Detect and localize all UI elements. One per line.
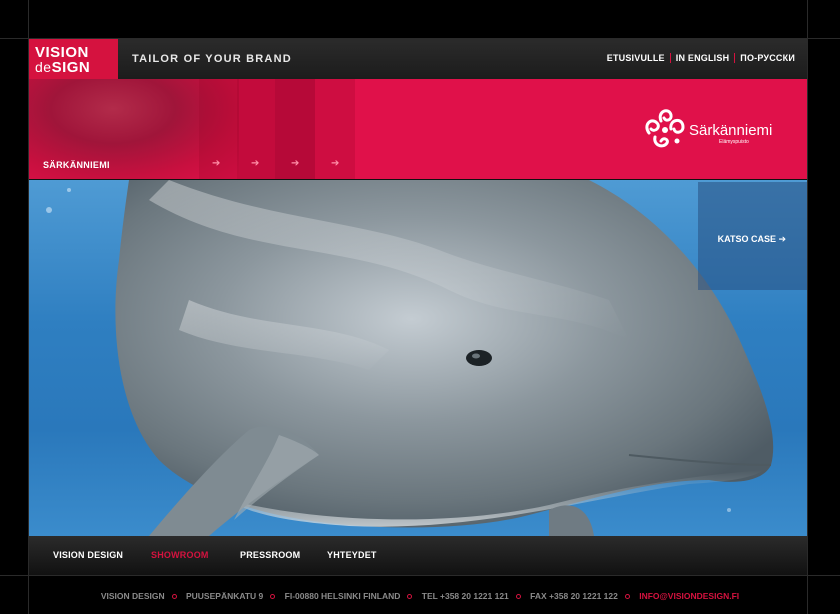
logo-line-2-small: de <box>35 59 52 75</box>
language-links: ETUSIVULLE IN ENGLISH ПО-РУССКИ <box>607 53 795 63</box>
katso-case-link[interactable]: KATSO CASE ➔ <box>718 234 786 245</box>
address-company: VISION DESIGN <box>100 591 165 601</box>
address-email-link[interactable]: INFO@VISIONDESIGN.FI <box>639 591 739 601</box>
lang-link-finnish[interactable]: ETUSIVULLE <box>607 53 665 63</box>
sarkanniemi-logo: Särkänniemi Elämyspuisto <box>641 103 791 153</box>
tagline: TAILOR OF YOUR BRAND <box>132 53 292 65</box>
sarkanniemi-swirl-icon <box>645 109 685 148</box>
address-fax: FAX +358 20 1221 122 <box>530 591 618 601</box>
lang-separator <box>669 53 671 63</box>
address-bar: VISION DESIGN PUUSEPÄNKATU 9 FI-00880 HE… <box>0 591 840 601</box>
address-street: PUUSEPÄNKATU 9 <box>185 591 264 601</box>
vision-design-logo[interactable]: VISION deSIGN <box>29 39 118 79</box>
site-frame: VISION deSIGN TAILOR OF YOUR BRAND ETUSI… <box>29 39 807 575</box>
arrow-right-icon[interactable]: ➔ <box>331 158 339 169</box>
arrow-right-icon[interactable]: ➔ <box>291 158 299 169</box>
bullet-icon <box>624 594 630 600</box>
bullet-icon <box>270 594 276 600</box>
client-subtitle: Elämyspuisto <box>719 139 749 145</box>
footer-nav: VISION DESIGN SHOWROOM PRESSROOM YHTEYDE… <box>29 536 807 575</box>
dolphin-photo: KATSO CASE ➔ <box>29 180 807 536</box>
header: VISION deSIGN TAILOR OF YOUR BRAND ETUSI… <box>29 39 807 79</box>
logo-line-2-main: SIGN <box>51 59 91 76</box>
guide-line-bottom <box>0 575 840 576</box>
arrow-right-icon[interactable]: ➔ <box>212 158 220 169</box>
bullet-icon <box>515 594 521 600</box>
bullet-icon <box>407 594 413 600</box>
address-city: FI-00880 HELSINKI FINLAND <box>284 591 401 601</box>
nav-showroom[interactable]: SHOWROOM <box>151 550 209 560</box>
logo-line-2: deSIGN <box>35 60 90 75</box>
lang-link-english[interactable]: IN ENGLISH <box>676 53 730 63</box>
project-title: SÄRKÄNNIEMI <box>43 160 110 170</box>
dolphin-illustration <box>46 180 774 536</box>
nav-vision-design[interactable]: VISION DESIGN <box>53 550 123 560</box>
case-overlay: KATSO CASE ➔ <box>698 182 807 290</box>
lang-separator <box>734 53 736 63</box>
bullet-icon <box>171 594 177 600</box>
nav-yhteydet[interactable]: YHTEYDET <box>327 550 377 560</box>
lang-link-russian[interactable]: ПО-РУССКИ <box>740 53 795 63</box>
logo-line-1: VISION <box>35 44 89 61</box>
guide-line-right <box>807 0 808 614</box>
project-banner: SÄRKÄNNIEMI ➔ ➔ ➔ ➔ Särkänniemi Elämyspu… <box>29 79 807 179</box>
client-name: Särkänniemi <box>689 122 773 139</box>
nav-pressroom[interactable]: PRESSROOM <box>240 550 300 560</box>
arrow-right-icon[interactable]: ➔ <box>251 158 259 169</box>
address-tel: TEL +358 20 1221 121 <box>421 591 509 601</box>
